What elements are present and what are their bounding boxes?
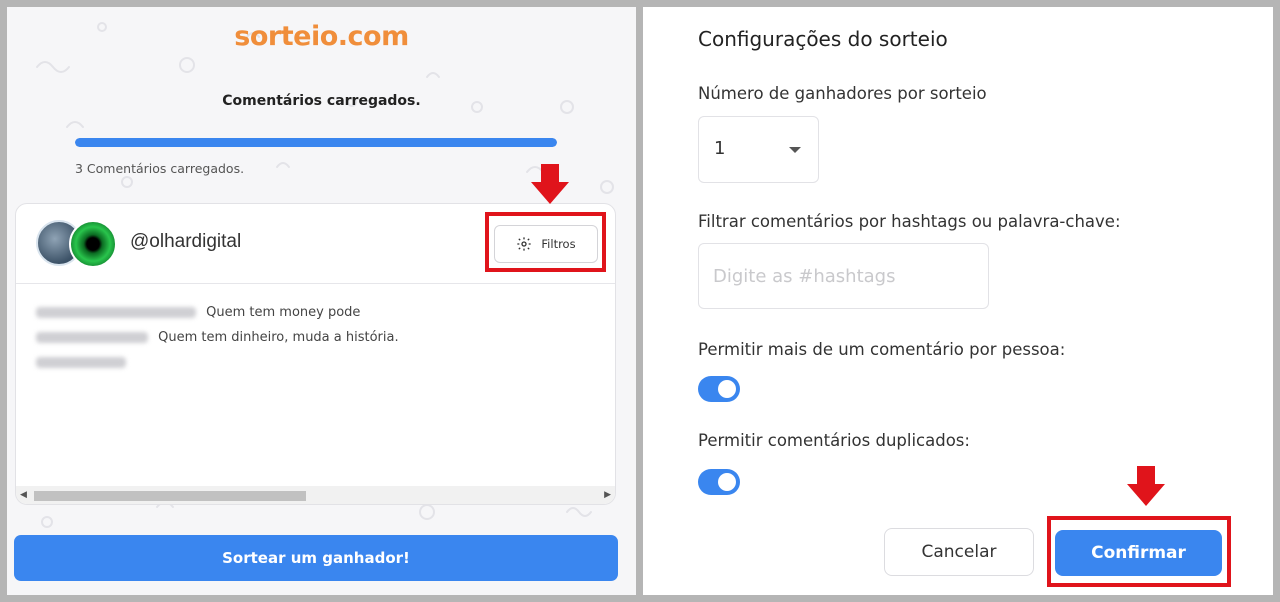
blurred-username bbox=[36, 307, 196, 318]
winners-select[interactable]: 1 bbox=[698, 116, 819, 183]
comment-list: Quem tem money pode Quem tem dinheiro, m… bbox=[36, 300, 399, 375]
list-item: Quem tem dinheiro, muda a história. bbox=[36, 325, 399, 350]
comment-text: Quem tem dinheiro, muda a história. bbox=[158, 330, 399, 345]
list-item bbox=[36, 350, 399, 375]
settings-title: Configurações do sorteio bbox=[698, 27, 948, 51]
cancel-button[interactable]: Cancelar bbox=[884, 528, 1034, 576]
account-handle: @olhardigital bbox=[130, 231, 242, 252]
load-progress-fill bbox=[75, 138, 557, 147]
down-arrow-icon bbox=[1127, 466, 1165, 506]
account-avatar bbox=[69, 220, 117, 268]
sorteio-logo: sorteio.com bbox=[234, 21, 409, 52]
allow-multiple-label: Permitir mais de um comentário por pesso… bbox=[698, 340, 1066, 359]
scroll-left-icon[interactable]: ◀ bbox=[20, 489, 27, 500]
winners-select-value: 1 bbox=[714, 138, 726, 159]
chevron-down-icon bbox=[789, 147, 801, 153]
toggle-knob bbox=[718, 473, 736, 491]
draw-winner-button[interactable]: Sortear um ganhador! bbox=[14, 535, 618, 581]
allow-multiple-toggle[interactable] bbox=[698, 376, 740, 402]
load-progress-text: 3 Comentários carregados. bbox=[75, 161, 245, 176]
winners-label: Número de ganhadores por sorteio bbox=[698, 84, 987, 103]
blurred-username bbox=[36, 357, 126, 368]
horizontal-scrollbar[interactable]: ◀ ▶ bbox=[16, 486, 615, 504]
hashtag-label: Filtrar comentários por hashtags ou pala… bbox=[698, 212, 1121, 231]
toggle-knob bbox=[718, 380, 736, 398]
blurred-username bbox=[36, 332, 148, 343]
filters-highlight-box bbox=[485, 212, 606, 272]
comment-text: Quem tem money pode bbox=[206, 305, 361, 320]
confirm-highlight-box bbox=[1047, 516, 1231, 587]
scroll-right-icon[interactable]: ▶ bbox=[604, 489, 611, 500]
allow-duplicates-label: Permitir comentários duplicados: bbox=[698, 431, 970, 450]
hashtag-input[interactable] bbox=[698, 243, 989, 309]
settings-panel: Configurações do sorteio Número de ganha… bbox=[643, 7, 1273, 595]
allow-duplicates-toggle[interactable] bbox=[698, 469, 740, 495]
load-status-title: Comentários carregados. bbox=[222, 93, 421, 109]
scrollbar-thumb[interactable] bbox=[34, 491, 306, 501]
comments-panel: sorteio.com Comentários carregados. 3 Co… bbox=[7, 7, 636, 595]
list-item: Quem tem money pode bbox=[36, 300, 399, 325]
load-progress-bar bbox=[75, 138, 557, 147]
down-arrow-icon bbox=[531, 164, 569, 204]
